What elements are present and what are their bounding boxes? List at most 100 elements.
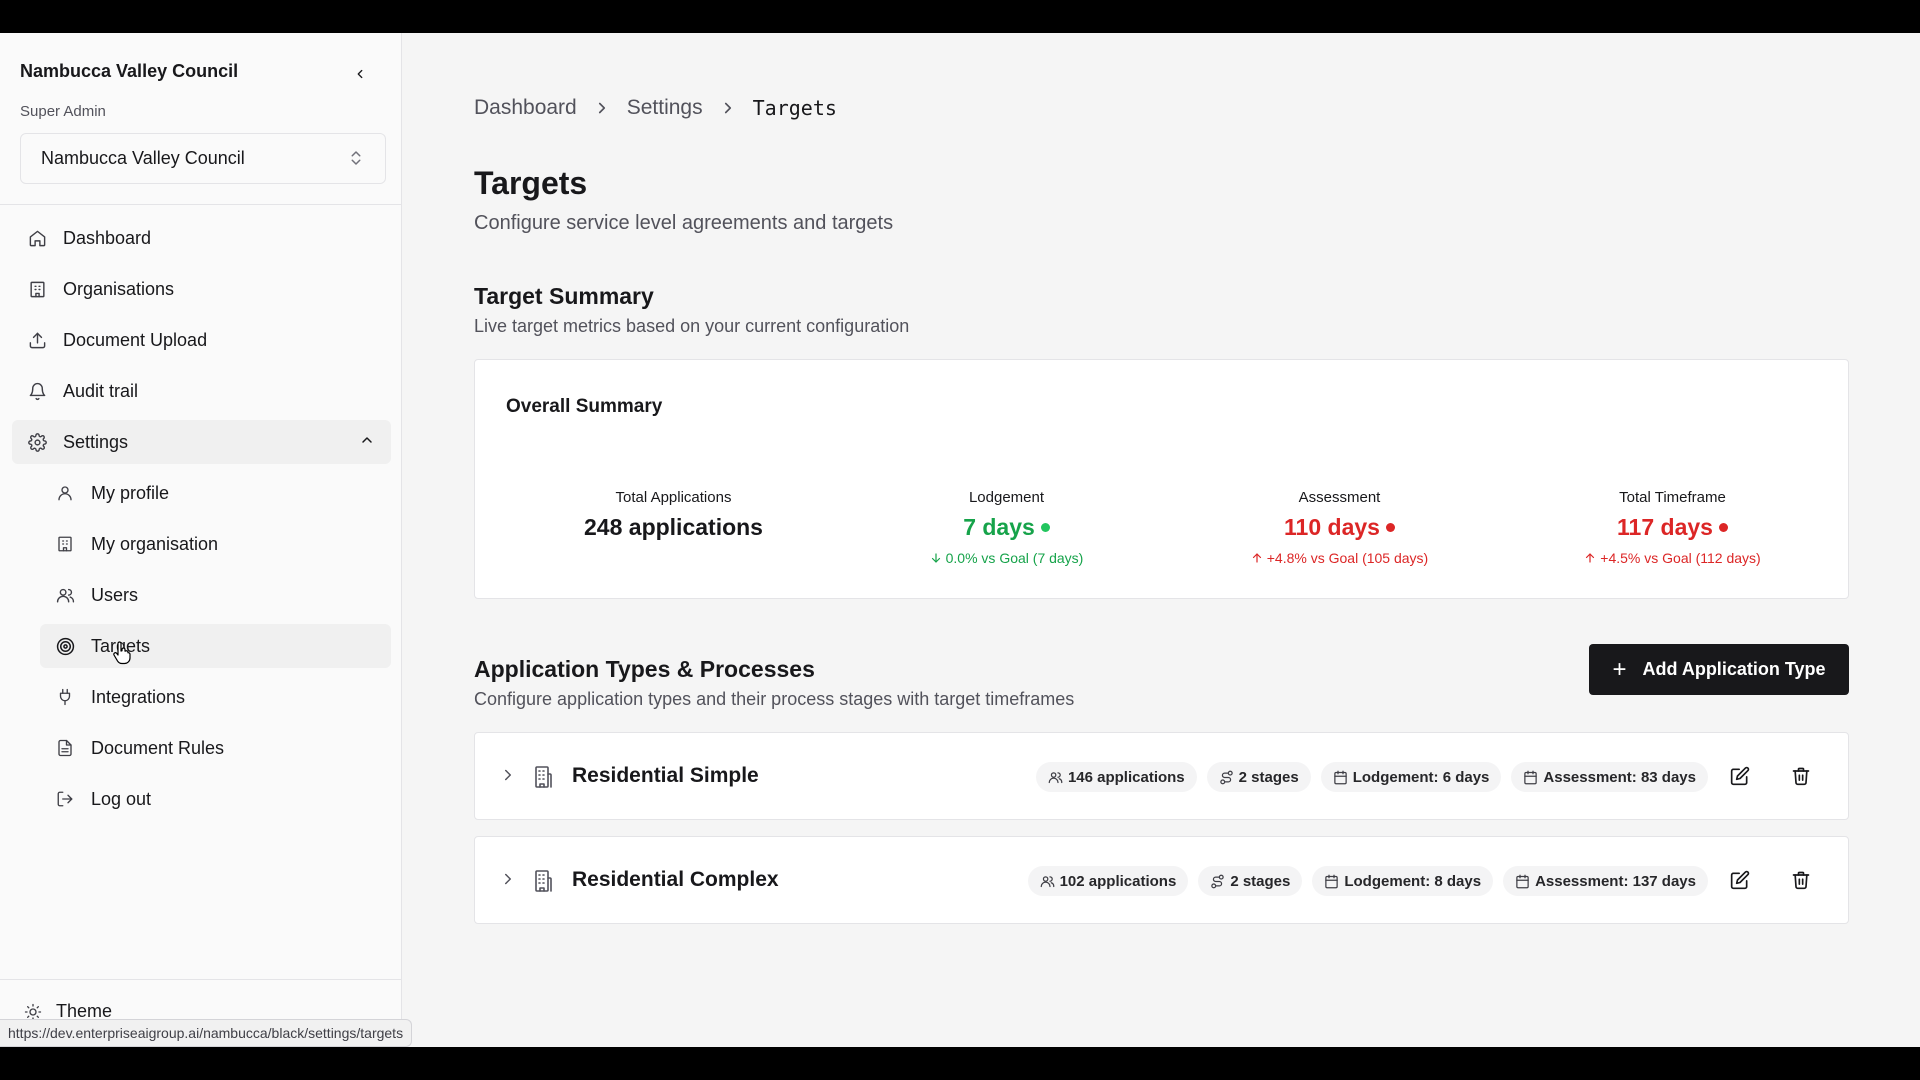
metric-value: 248 applications bbox=[584, 514, 763, 541]
users-icon bbox=[54, 584, 76, 606]
chevron-right-icon[interactable] bbox=[499, 766, 517, 784]
chevron-right-icon bbox=[593, 99, 611, 117]
application-type-row[interactable]: Residential Complex 102 applications 2 s… bbox=[474, 836, 1849, 924]
users-icon bbox=[1048, 770, 1063, 785]
building-icon bbox=[26, 278, 48, 300]
sidebar-nav: Dashboard Organisations Document Upload … bbox=[12, 216, 391, 828]
metric-value-text: 117 days bbox=[1617, 514, 1713, 540]
sidebar-item-dashboard[interactable]: Dashboard bbox=[12, 216, 391, 260]
chip-text: 102 applications bbox=[1059, 872, 1177, 890]
status-bar-url: https://dev.enterpriseaigroup.ai/nambucc… bbox=[0, 1019, 413, 1047]
chip-text: 146 applications bbox=[1067, 768, 1185, 786]
building-icon bbox=[54, 533, 76, 555]
sidebar-item-my-organisation[interactable]: My organisation bbox=[40, 522, 391, 566]
metric-value: 110 days bbox=[1284, 514, 1395, 541]
sidebar-item-label: Log out bbox=[91, 788, 152, 809]
metric-value-text: 7 days bbox=[963, 514, 1035, 540]
lodgement-badge: Lodgement: 6 days bbox=[1320, 762, 1502, 792]
settings-submenu: My profile My organisation Users Targets… bbox=[12, 471, 391, 821]
file-icon bbox=[54, 737, 76, 759]
sidebar-item-audit-trail[interactable]: Audit trail bbox=[12, 369, 391, 413]
metric-value-text: 248 applications bbox=[584, 514, 763, 540]
sidebar-item-integrations[interactable]: Integrations bbox=[40, 675, 391, 719]
sidebar-item-label: Users bbox=[91, 584, 139, 605]
metric-delta-text: +4.8% vs Goal (105 days) bbox=[1266, 550, 1429, 566]
divider bbox=[0, 204, 401, 205]
metric-total-applications: Total Applications 248 applications bbox=[507, 489, 840, 566]
metric-delta: 0.0% vs Goal (7 days) bbox=[840, 550, 1173, 566]
sidebar-item-label: Dashboard bbox=[63, 227, 152, 248]
chip-text: 2 stages bbox=[1230, 872, 1291, 890]
sidebar: Nambucca Valley Council Super Admin Namb… bbox=[0, 33, 402, 1047]
sidebar-item-label: My organisation bbox=[91, 533, 219, 554]
upload-icon bbox=[26, 329, 48, 351]
overall-summary-title: Overall Summary bbox=[506, 396, 663, 417]
status-dot bbox=[1385, 523, 1395, 532]
application-type-stats: 102 applications 2 stages Lodgement: 8 d… bbox=[1018, 866, 1708, 896]
status-dot bbox=[1040, 523, 1050, 532]
user-role: Super Admin bbox=[20, 103, 106, 120]
sidebar-item-settings[interactable]: Settings bbox=[12, 420, 391, 464]
breadcrumb-dashboard[interactable]: Dashboard bbox=[474, 96, 577, 120]
arrow-up-icon bbox=[1584, 552, 1596, 564]
bell-icon bbox=[26, 380, 48, 402]
edit-icon[interactable] bbox=[1730, 766, 1750, 786]
route-icon bbox=[1210, 874, 1225, 889]
org-selector[interactable]: Nambucca Valley Council bbox=[20, 133, 386, 184]
sidebar-item-my-profile[interactable]: My profile bbox=[40, 471, 391, 515]
application-type-row[interactable]: Residential Simple 146 applications 2 st… bbox=[474, 732, 1849, 820]
assessment-badge: Assessment: 137 days bbox=[1503, 866, 1708, 896]
status-dot bbox=[1718, 523, 1728, 532]
metric-value: 7 days bbox=[963, 514, 1050, 541]
chip-text: Lodgement: 8 days bbox=[1344, 872, 1482, 890]
metric-delta-text: 0.0% vs Goal (7 days) bbox=[945, 550, 1084, 566]
metric-delta: +4.5% vs Goal (112 days) bbox=[1506, 550, 1839, 566]
chevrons-up-down-icon bbox=[347, 149, 365, 167]
page-title: Targets bbox=[474, 165, 588, 201]
chip-text: Assessment: 137 days bbox=[1535, 872, 1696, 890]
chip-text: Assessment: 83 days bbox=[1543, 768, 1696, 786]
org-title: Nambucca Valley Council bbox=[20, 61, 239, 81]
arrow-down-icon bbox=[930, 552, 942, 564]
breadcrumb-settings[interactable]: Settings bbox=[627, 96, 703, 120]
sun-icon bbox=[24, 1003, 42, 1021]
trash-icon[interactable] bbox=[1791, 870, 1811, 890]
metric-label: Lodgement bbox=[968, 489, 1045, 506]
building-icon bbox=[531, 765, 555, 789]
sidebar-item-document-rules[interactable]: Document Rules bbox=[40, 726, 391, 770]
metric-assessment: Assessment 110 days +4.8% vs Goal (105 d… bbox=[1173, 489, 1506, 566]
metric-delta: +4.8% vs Goal (105 days) bbox=[1173, 550, 1506, 566]
add-button-label: Add Application Type bbox=[1642, 659, 1826, 679]
chevron-left-icon bbox=[357, 69, 363, 79]
chip-text: Lodgement: 6 days bbox=[1352, 768, 1490, 786]
sidebar-item-label: Integrations bbox=[91, 686, 186, 707]
sidebar-item-targets[interactable]: Targets bbox=[40, 624, 391, 668]
gear-icon bbox=[26, 431, 48, 453]
calendar-icon bbox=[1515, 874, 1530, 889]
collapse-sidebar-button[interactable] bbox=[349, 63, 371, 85]
sidebar-item-label: My profile bbox=[91, 482, 170, 503]
summary-metrics: Total Applications 248 applications Lodg… bbox=[475, 489, 1848, 566]
org-selector-value: Nambucca Valley Council bbox=[41, 148, 245, 168]
edit-icon[interactable] bbox=[1730, 870, 1750, 890]
target-summary-subtitle: Live target metrics based on your curren… bbox=[474, 316, 910, 336]
metric-lodgement: Lodgement 7 days 0.0% vs Goal (7 days) bbox=[840, 489, 1173, 566]
hand-cursor-icon bbox=[112, 641, 132, 665]
sidebar-item-document-upload[interactable]: Document Upload bbox=[12, 318, 391, 362]
page-subtitle: Configure service level agreements and t… bbox=[474, 212, 894, 234]
trash-icon[interactable] bbox=[1791, 766, 1811, 786]
sidebar-item-log-out[interactable]: Log out bbox=[40, 777, 391, 821]
plus-icon: + bbox=[1612, 655, 1627, 683]
sidebar-item-users[interactable]: Users bbox=[40, 573, 391, 617]
sidebar-item-organisations[interactable]: Organisations bbox=[12, 267, 391, 311]
add-application-type-button[interactable]: + Add Application Type bbox=[1589, 644, 1849, 695]
metric-value-text: 110 days bbox=[1284, 514, 1380, 540]
metric-value: 117 days bbox=[1617, 514, 1728, 541]
divider bbox=[0, 979, 401, 980]
assessment-badge: Assessment: 83 days bbox=[1511, 762, 1708, 792]
chevron-right-icon[interactable] bbox=[499, 870, 517, 888]
applications-badge: 146 applications bbox=[1035, 762, 1197, 792]
stages-badge: 2 stages bbox=[1198, 866, 1303, 896]
chevron-up-icon bbox=[359, 432, 375, 448]
application-type-stats: 146 applications 2 stages Lodgement: 6 d… bbox=[1026, 762, 1708, 792]
